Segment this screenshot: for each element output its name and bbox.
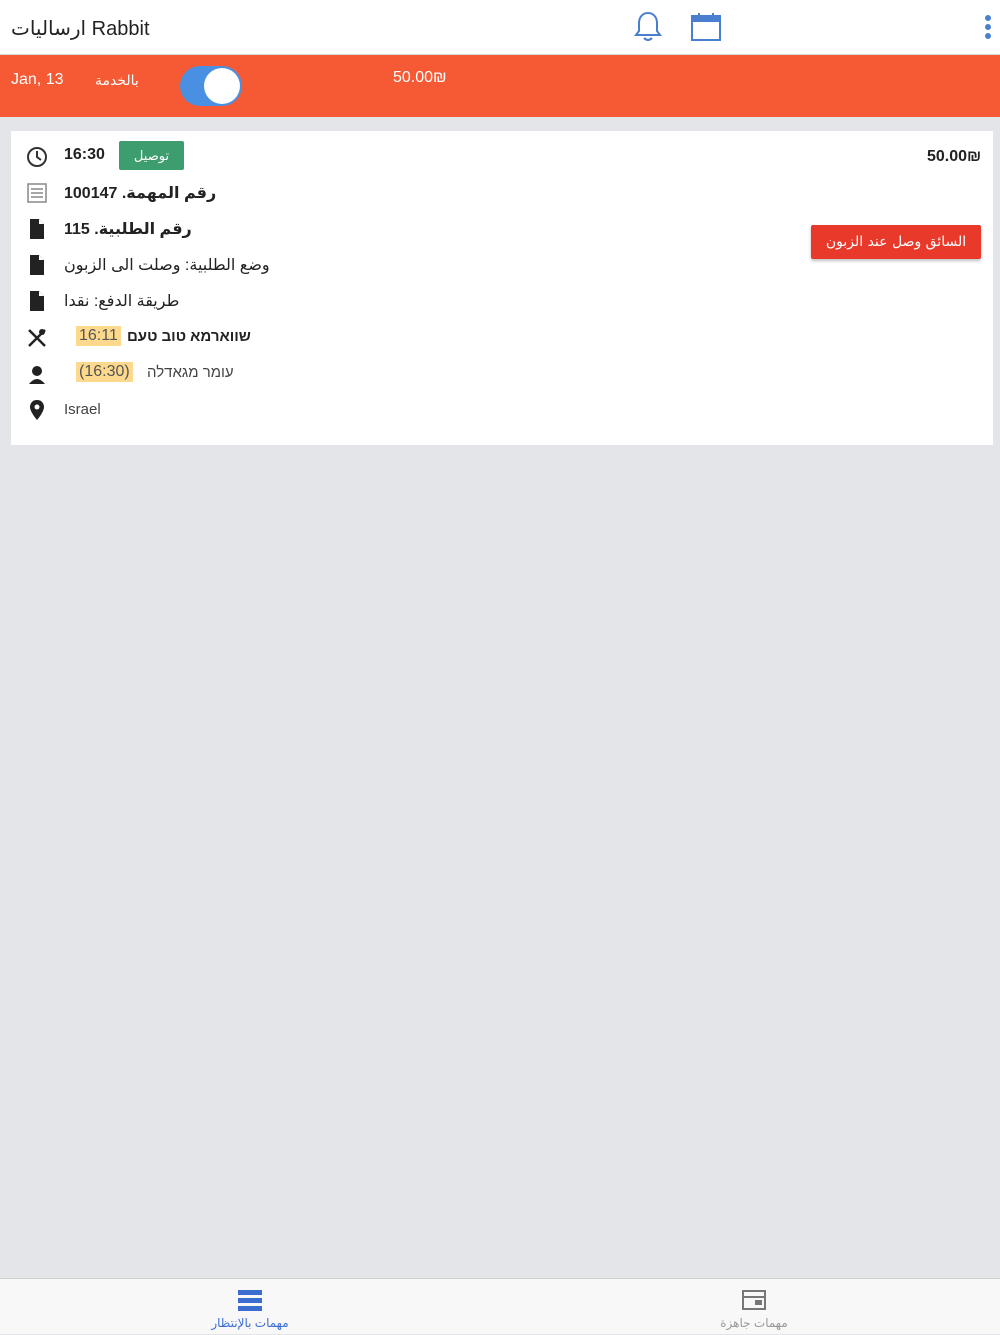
status-amount: 50.00₪ (393, 69, 447, 86)
status-bar: Jan, 13 بالخدمة 50.00₪ (0, 55, 1000, 117)
location: Israel (64, 401, 101, 418)
location-pin-icon (30, 400, 44, 420)
driver-name: עומר מגאדלה (147, 364, 234, 381)
bottom-nav: مهمات بالإنتظار مهمات جاهزة (0, 1278, 1000, 1334)
task-number: رقم المهمة. 100147 (64, 185, 217, 202)
restaurant-name: שווארמא טוב טעם (127, 328, 251, 345)
toggle-knob (204, 68, 240, 104)
tab-label: مهمات جاهزة (720, 1316, 788, 1330)
list-icon (27, 183, 47, 203)
clock-icon (27, 147, 47, 167)
order-status: وضع الطلبية: وصلت الى الزبون (64, 257, 270, 274)
status-date: Jan, 13 (11, 71, 64, 88)
kebab-menu-icon[interactable] (976, 12, 1000, 42)
utensils-icon (28, 329, 46, 347)
document-icon (30, 219, 44, 239)
order-number: رقم الطلبية. 115 (64, 221, 192, 238)
payment-method: طريقة الدفع: نقدا (64, 293, 180, 310)
restaurant-time: 16:11 (76, 326, 121, 346)
delivery-badge: توصيل (119, 141, 184, 170)
driver-arrived-button[interactable]: السائق وصل عند الزبون (811, 225, 981, 259)
document-icon (30, 291, 44, 311)
service-toggle[interactable] (180, 66, 242, 106)
top-bar: ارساليات Rabbit (0, 0, 1000, 55)
tab-pending-tasks[interactable]: مهمات بالإنتظار (150, 1279, 350, 1335)
calendar-icon[interactable] (690, 12, 722, 42)
service-label: بالخدمة (95, 72, 139, 88)
bell-icon[interactable] (632, 10, 664, 44)
tab-label: مهمات بالإنتظار (211, 1316, 289, 1330)
list-icon (238, 1290, 262, 1311)
document-icon (30, 255, 44, 275)
task-price: 50.00₪ (927, 148, 982, 165)
task-card[interactable]: 16:30 توصيل رقم المهمة. 100147 رقم الطلب… (11, 131, 993, 445)
task-time: 16:30 (64, 146, 105, 163)
tab-ready-tasks[interactable]: مهمات جاهزة (654, 1279, 854, 1335)
app-title: ارساليات Rabbit (11, 18, 150, 40)
driver-time: (16:30) (76, 362, 133, 382)
card-icon (742, 1290, 766, 1310)
driver-icon (29, 366, 45, 384)
